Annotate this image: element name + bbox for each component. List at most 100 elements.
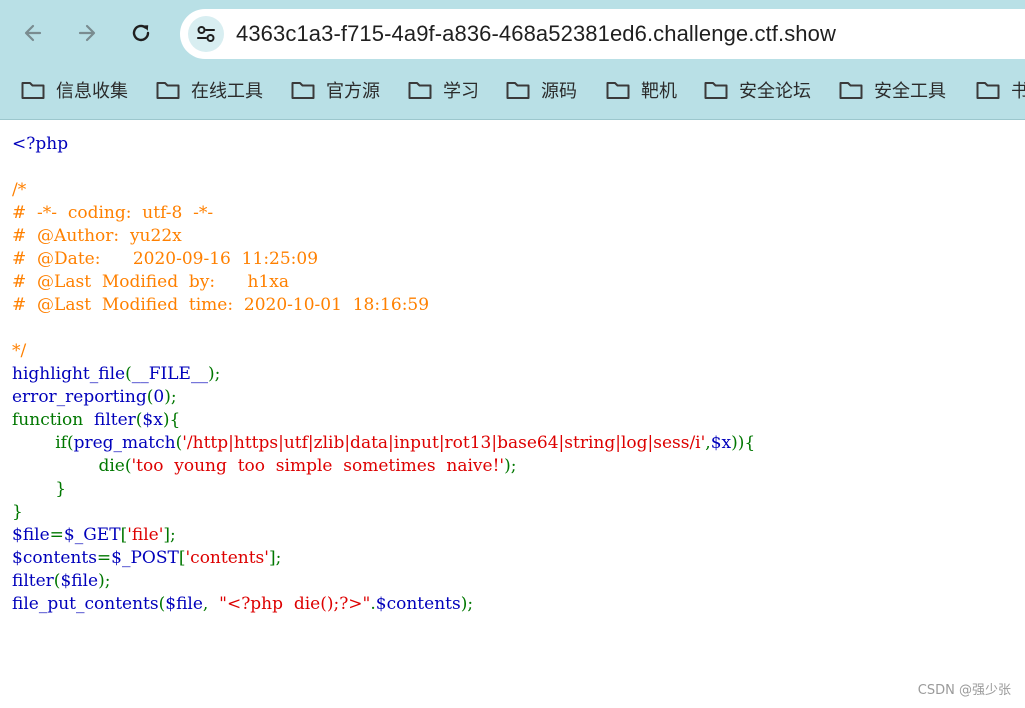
code-line: # @Date: 2020-09-16 11:25:09: [12, 248, 755, 271]
code-line: # @Author: yu22x: [12, 225, 755, 248]
code-token: $_GET: [63, 525, 121, 545]
code-token: 'contents': [185, 548, 269, 568]
bookmark-folder[interactable]: 安全工具: [838, 76, 946, 104]
code-token: );: [207, 364, 221, 384]
code-line: die('too young too simple sometimes naiv…: [12, 455, 755, 478]
bookmark-label: 在线工具: [191, 81, 263, 102]
code-token: );: [460, 594, 474, 614]
bookmark-label: 信息收集: [56, 81, 128, 102]
bookmark-folder[interactable]: 官方源: [290, 76, 380, 104]
code-line: # -*- coding: utf-8 -*-: [12, 202, 755, 225]
site-info-button[interactable]: [188, 16, 224, 52]
code-token: ];: [163, 525, 176, 545]
bookmark-folder[interactable]: 书: [975, 76, 1025, 104]
bookmark-label: 安全论坛: [739, 81, 811, 102]
reload-button[interactable]: [122, 14, 160, 52]
arrow-right-icon: [78, 24, 96, 42]
code-token: <?php: [12, 134, 69, 154]
code-line: }: [12, 501, 755, 524]
code-token: # @Last Modified time: 2020-10-01 18:16:…: [12, 295, 430, 315]
bookmark-label: 官方源: [326, 81, 380, 102]
bookmarks-bar: 信息收集 在线工具 官方源 学习 源码 靶机 安全论坛 安全工具 书: [0, 70, 1025, 110]
bookmark-folder[interactable]: 信息收集: [20, 76, 128, 104]
code-token: preg_match: [73, 433, 176, 453]
code-token: # -*- coding: utf-8 -*-: [12, 203, 214, 223]
code-token: }: [12, 502, 23, 522]
arrow-left-icon: [24, 24, 42, 42]
code-token: "<?php die();?>": [219, 594, 371, 614]
bookmark-folder[interactable]: 学习: [407, 76, 479, 104]
browser-toolbar: 4363c1a3-f715-4a9f-a836-468a52381ed6.cha…: [0, 0, 1025, 120]
bookmark-label: 靶机: [641, 81, 677, 102]
code-token: =: [49, 525, 64, 545]
code-line: # @Last Modified time: 2020-10-01 18:16:…: [12, 294, 755, 317]
code-line: <?php: [12, 133, 755, 156]
code-token: $x: [142, 410, 163, 430]
watermark: CSDN @强少张: [917, 683, 1011, 698]
folder-icon: [156, 82, 180, 99]
code-token: error_reporting: [12, 387, 147, 407]
folder-icon: [21, 82, 45, 99]
code-token: die(: [12, 456, 132, 476]
code-token: /*: [12, 180, 27, 200]
code-token: }: [12, 479, 67, 499]
bookmark-folder[interactable]: 在线工具: [155, 76, 263, 104]
code-token: =: [96, 548, 112, 568]
code-token: 'file': [127, 525, 164, 545]
code-line: function filter($x){: [12, 409, 755, 432]
code-token: # @Last Modified by: h1xa: [12, 272, 290, 292]
folder-icon: [291, 82, 315, 99]
bookmark-folder[interactable]: 源码: [505, 76, 577, 104]
folder-icon: [408, 82, 432, 99]
bookmark-folder[interactable]: 安全论坛: [703, 76, 811, 104]
back-button[interactable]: [14, 14, 52, 52]
forward-button[interactable]: [68, 14, 106, 52]
code-token: );: [98, 571, 111, 591]
code-line: }: [12, 478, 755, 501]
code-token: 0: [153, 387, 165, 407]
code-token: $contents: [12, 548, 97, 568]
code-token: $file: [165, 594, 203, 614]
code-token: $file: [60, 571, 99, 591]
code-token: if(: [12, 433, 74, 453]
code-line: # @Last Modified by: h1xa: [12, 271, 755, 294]
tune-icon: [197, 26, 215, 42]
code-token: $x: [710, 433, 732, 453]
code-line: highlight_file(__FILE__);: [12, 363, 755, 386]
code-token: ];: [268, 548, 282, 568]
bookmark-label: 安全工具: [874, 81, 946, 102]
code-line: $contents=$_POST['contents'];: [12, 547, 755, 570]
folder-icon: [839, 82, 863, 99]
code-token: (: [125, 364, 132, 384]
code-token: __FILE__: [131, 364, 208, 384]
php-source-code: <?php /* # -*- coding: utf-8 -*- # @Author:…: [12, 133, 755, 616]
code-token: # @Author: yu22x: [12, 226, 182, 246]
code-token: [: [178, 548, 186, 568]
code-token: */: [12, 341, 27, 361]
code-line: file_put_contents($file, "<?php die();?>…: [12, 593, 755, 616]
code-token: $file: [12, 525, 50, 545]
folder-icon: [506, 82, 530, 99]
code-token: $_POST: [111, 548, 179, 568]
bookmark-folder[interactable]: 靶机: [605, 76, 677, 104]
folder-icon: [704, 82, 728, 99]
code-token: );: [164, 387, 177, 407]
code-token: # @Date: 2020-09-16 11:25:09: [12, 249, 319, 269]
code-token: )){: [731, 433, 756, 453]
code-line: */: [12, 340, 755, 363]
code-token: 'too young too simple sometimes naive!': [131, 456, 505, 476]
bookmark-label: 学习: [443, 81, 479, 102]
address-bar[interactable]: 4363c1a3-f715-4a9f-a836-468a52381ed6.cha…: [180, 9, 1025, 59]
code-line: /*: [12, 179, 755, 202]
code-line: error_reporting(0);: [12, 386, 755, 409]
code-token: filter: [12, 571, 54, 591]
code-line: $file=$_GET['file'];: [12, 524, 755, 547]
url-text[interactable]: 4363c1a3-f715-4a9f-a836-468a52381ed6.cha…: [236, 21, 836, 47]
folder-icon: [976, 82, 1000, 99]
code-token: ){: [162, 410, 181, 430]
code-token: file_put_contents: [12, 594, 159, 614]
bookmark-label: 书: [1011, 81, 1025, 102]
code-line: if(preg_match('/http|https|utf|zlib|data…: [12, 432, 755, 455]
